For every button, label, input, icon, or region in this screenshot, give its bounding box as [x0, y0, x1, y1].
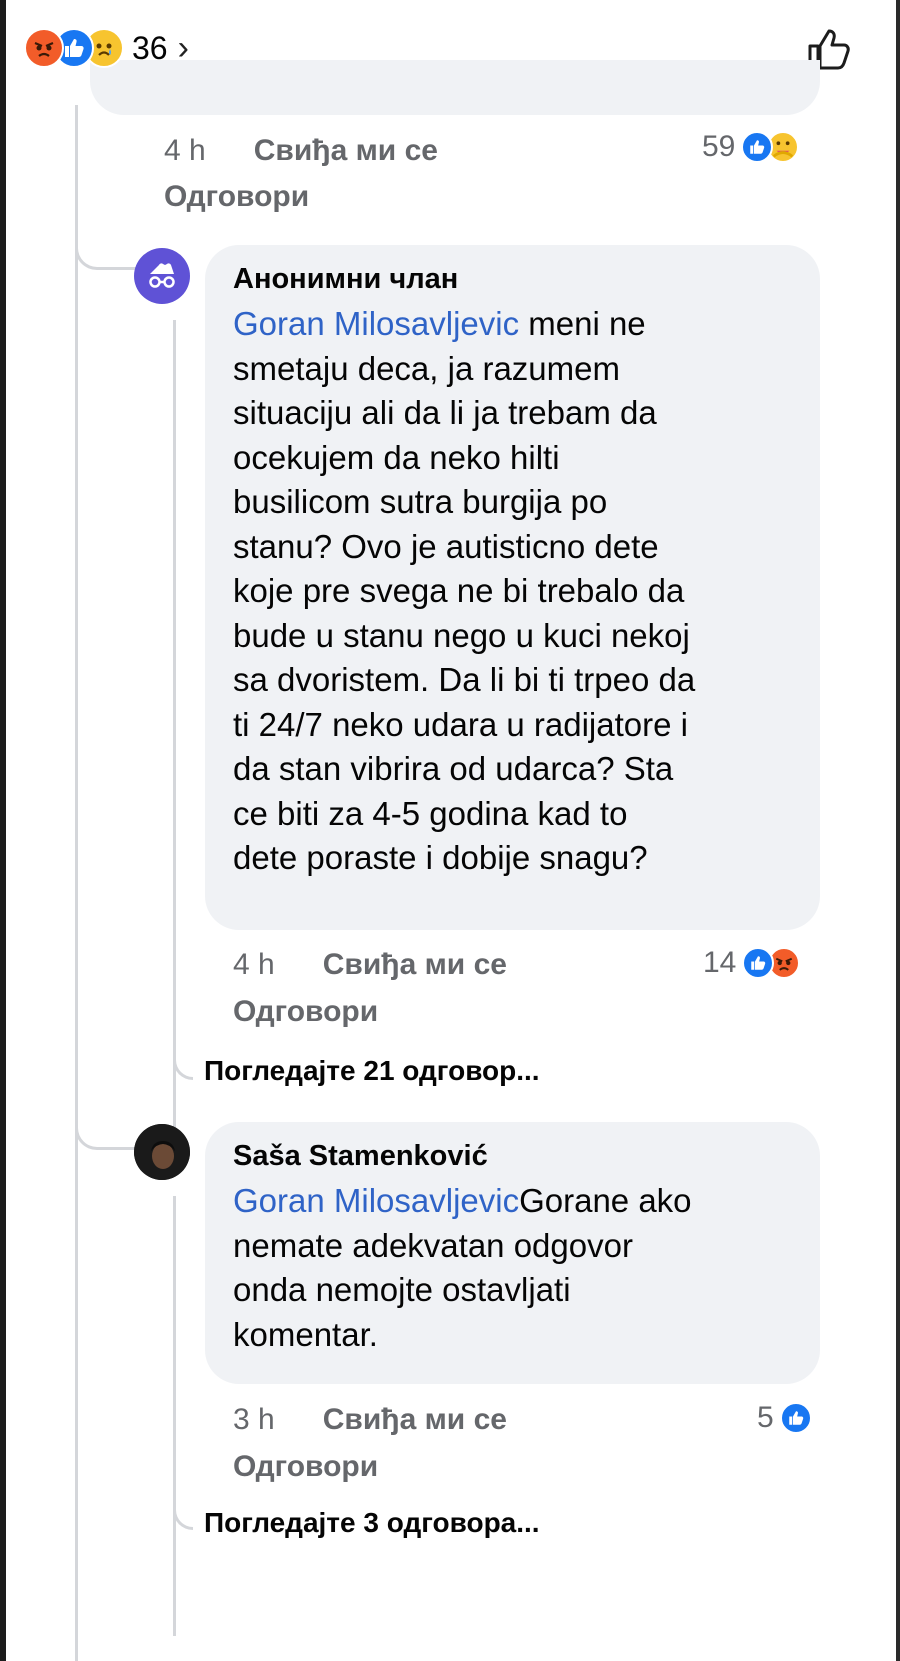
reaction-count: 59 — [702, 130, 736, 163]
window-frame-left — [0, 0, 6, 1661]
mention-link[interactable]: Goran Milosavljevic — [233, 1182, 519, 1219]
comment-bubble-previous — [90, 60, 820, 115]
comment-text: Goran Milosavljevic meni ne smetaju deca… — [233, 302, 792, 881]
avatar-user[interactable] — [134, 1124, 190, 1180]
like-link[interactable]: Свиђа ми се — [323, 1403, 507, 1437]
window-frame-right — [896, 0, 900, 1661]
comment-body: meni ne smetaju deca, ja razumem situaci… — [233, 305, 696, 876]
mention-link[interactable]: Goran Milosavljevic — [233, 305, 519, 342]
comment-reactions[interactable]: 59 — [702, 130, 800, 164]
comment-meta: 4 h Свиђа ми се — [164, 134, 438, 168]
like-link[interactable]: Свиђа ми се — [323, 948, 507, 982]
thread-connector — [173, 1490, 193, 1530]
comment-reactions[interactable]: 14 — [703, 946, 801, 980]
comment-bubble: Анонимни члан Goran Milosavljevic meni n… — [205, 245, 820, 930]
view-replies-link[interactable]: Погледајте 21 одговор... — [204, 1055, 540, 1087]
thread-line-reply-2 — [173, 1196, 176, 1636]
thread-line — [75, 105, 78, 1661]
comment-author[interactable]: Saša Stamenković — [233, 1140, 792, 1173]
thread-connector — [75, 225, 145, 270]
profile-photo — [134, 1124, 190, 1180]
like-icon — [741, 131, 774, 163]
like-icon — [742, 947, 775, 979]
comment-meta: 3 h Свиђа ми се — [233, 1403, 507, 1437]
comment-reactions[interactable]: 5 — [757, 1401, 812, 1435]
comment-text: Goran MilosavljevicGorane ako nemate ade… — [233, 1179, 792, 1357]
like-icon — [779, 1402, 812, 1434]
comment-time: 4 h — [233, 948, 275, 981]
reply-link[interactable]: Одговори — [164, 180, 309, 214]
incognito-icon — [149, 263, 175, 288]
comment-meta: 4 h Свиђа ми се — [233, 948, 507, 982]
comment-time: 3 h — [233, 1403, 275, 1436]
view-replies-link[interactable]: Погледајте 3 одговора... — [204, 1507, 540, 1539]
reply-link[interactable]: Одговори — [233, 1450, 378, 1484]
reaction-count: 14 — [703, 946, 737, 979]
reply-link[interactable]: Одговори — [233, 995, 378, 1029]
avatar-anonymous[interactable] — [134, 248, 190, 304]
reaction-count: 5 — [757, 1401, 774, 1434]
thread-connector — [173, 1040, 193, 1080]
comment-author[interactable]: Анонимни члан — [233, 263, 792, 296]
like-link[interactable]: Свиђа ми се — [254, 134, 438, 168]
comment-time: 4 h — [164, 134, 206, 167]
angry-icon — [24, 28, 64, 68]
thread-line-reply-1 — [173, 320, 176, 1140]
comment-bubble: Saša Stamenković Goran MilosavljevicGora… — [205, 1122, 820, 1384]
